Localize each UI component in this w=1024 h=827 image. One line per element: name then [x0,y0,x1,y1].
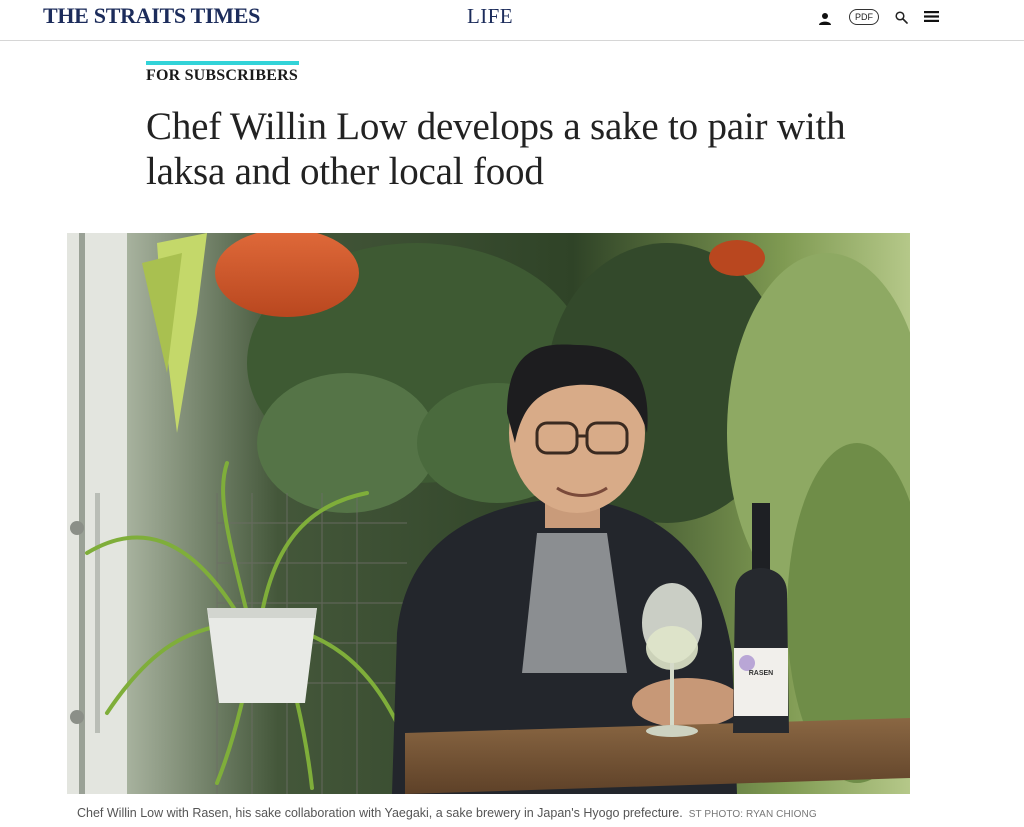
section-label[interactable]: LIFE [467,4,513,28]
user-icon[interactable] [818,12,832,26]
pdf-button[interactable]: PDF [849,9,879,25]
kicker-accent-bar [146,61,299,65]
site-logo[interactable]: THE STRAITS TIMES [43,3,260,29]
search-icon[interactable] [895,11,908,24]
article-headline: Chef Willin Low develops a sake to pair … [146,105,846,193]
photo-credit: ST PHOTO: RYAN CHIONG [688,809,817,820]
top-navigation-bar: THE STRAITS TIMES LIFE PDF [0,0,1024,41]
caption-text: Chef Willin Low with Rasen, his sake col… [77,806,683,820]
menu-icon[interactable] [924,10,939,23]
photo-caption: Chef Willin Low with Rasen, his sake col… [77,805,817,823]
bottle-label-text: RASEN [749,670,774,677]
subscriber-kicker[interactable]: FOR SUBSCRIBERS [146,67,298,85]
article-hero-photo: RASEN [67,233,910,794]
